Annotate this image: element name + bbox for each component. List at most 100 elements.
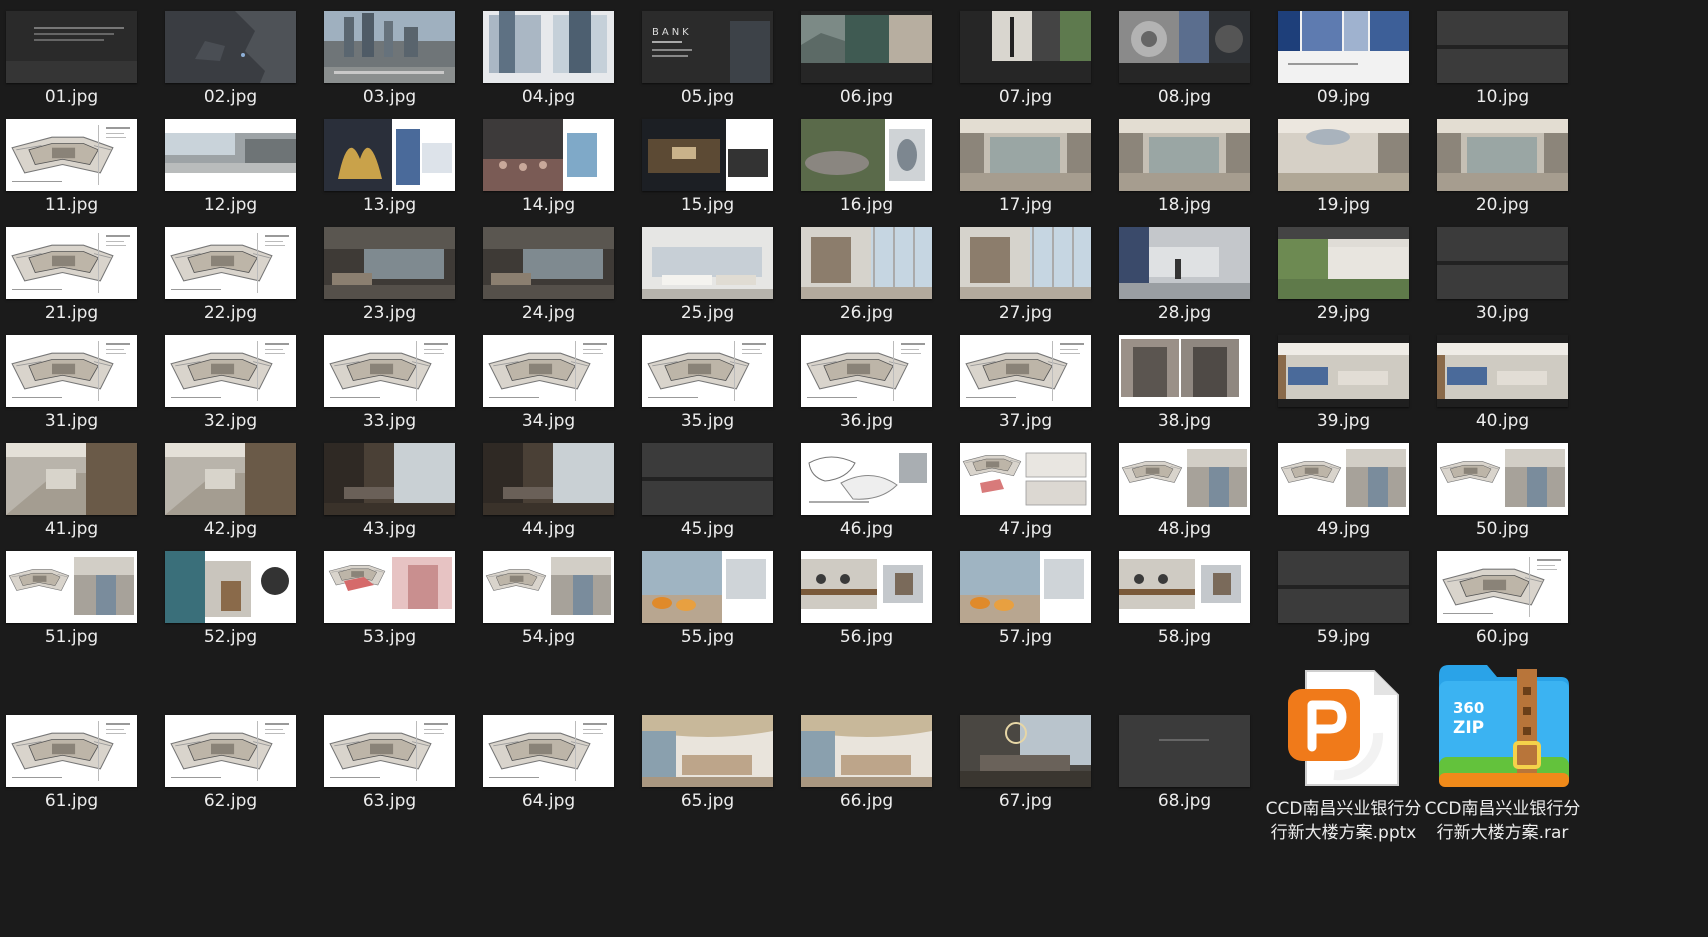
image-thumbnail <box>483 443 614 515</box>
file-name-label: 64.jpg <box>521 791 576 811</box>
file-name-label: 31.jpg <box>44 411 99 431</box>
image-thumbnail <box>960 443 1091 515</box>
file-name-label: 30.jpg <box>1475 303 1530 323</box>
file-name-label: 08.jpg <box>1157 87 1212 107</box>
pptx-file-icon <box>1274 657 1414 797</box>
image-thumbnail <box>6 11 137 83</box>
image-thumbnail <box>642 119 773 191</box>
file-name-label: 46.jpg <box>839 519 894 539</box>
file-name-label: 27.jpg <box>998 303 1053 323</box>
file-name-label: 17.jpg <box>998 195 1053 215</box>
file-name-label: 29.jpg <box>1316 303 1371 323</box>
file-name-label: 56.jpg <box>839 627 894 647</box>
file-name-label: 12.jpg <box>203 195 258 215</box>
file-name-label: 15.jpg <box>680 195 735 215</box>
image-thumbnail <box>324 551 455 623</box>
file-name-label: 13.jpg <box>362 195 417 215</box>
file-name-label: 16.jpg <box>839 195 894 215</box>
image-thumbnail <box>1278 119 1409 191</box>
image-thumbnail <box>642 715 773 787</box>
image-thumbnail <box>642 551 773 623</box>
image-thumbnail <box>1278 11 1409 83</box>
file-name-label: 01.jpg <box>44 87 99 107</box>
image-thumbnail <box>6 119 137 191</box>
file-name-label: CCD南昌兴业银行分行新大楼方案.rar <box>1424 799 1581 843</box>
image-thumbnail <box>1119 119 1250 191</box>
image-thumbnail <box>6 443 137 515</box>
image-thumbnail <box>801 119 932 191</box>
image-thumbnail <box>6 551 137 623</box>
file-name-label: 22.jpg <box>203 303 258 323</box>
image-thumbnail <box>324 335 455 407</box>
file-name-label: 48.jpg <box>1157 519 1212 539</box>
image-thumbnail <box>6 715 137 787</box>
image-thumbnail <box>483 335 614 407</box>
file-name-label: 04.jpg <box>521 87 576 107</box>
image-thumbnail <box>165 551 296 623</box>
image-thumbnail <box>1437 227 1568 299</box>
image-thumbnail <box>801 551 932 623</box>
image-thumbnail <box>801 11 932 83</box>
image-thumbnail <box>165 11 296 83</box>
image-thumbnail <box>960 11 1091 83</box>
image-thumbnail <box>1119 443 1250 515</box>
image-thumbnail <box>483 551 614 623</box>
zip-archive-icon: 360 ZIP <box>1433 657 1573 797</box>
file-name-label: 62.jpg <box>203 791 258 811</box>
file-name-label: 02.jpg <box>203 87 258 107</box>
image-thumbnail <box>1278 227 1409 299</box>
image-thumbnail <box>324 119 455 191</box>
file-name-label: 52.jpg <box>203 627 258 647</box>
svg-text:ZIP: ZIP <box>1453 718 1484 738</box>
svg-text:BANK: BANK <box>652 27 692 38</box>
image-thumbnail <box>165 715 296 787</box>
file-name-label: 55.jpg <box>680 627 735 647</box>
file-name-label: 42.jpg <box>203 519 258 539</box>
file-name-label: 53.jpg <box>362 627 417 647</box>
image-thumbnail <box>1437 335 1568 407</box>
file-name-label: 50.jpg <box>1475 519 1530 539</box>
svg-text:360: 360 <box>1453 699 1484 717</box>
image-thumbnail <box>165 335 296 407</box>
file-name-label: 18.jpg <box>1157 195 1212 215</box>
file-name-label: 20.jpg <box>1475 195 1530 215</box>
file-name-label: 60.jpg <box>1475 627 1530 647</box>
file-name-label: 47.jpg <box>998 519 1053 539</box>
file-name-label: 11.jpg <box>44 195 99 215</box>
image-thumbnail <box>1437 551 1568 623</box>
image-thumbnail <box>324 715 455 787</box>
file-name-label: 49.jpg <box>1316 519 1371 539</box>
file-name-label: 26.jpg <box>839 303 894 323</box>
image-thumbnail <box>1437 11 1568 83</box>
image-thumbnail <box>801 443 932 515</box>
file-name-label: 58.jpg <box>1157 627 1212 647</box>
image-thumbnail <box>1119 11 1250 83</box>
file-name-label: 09.jpg <box>1316 87 1371 107</box>
image-thumbnail <box>165 443 296 515</box>
image-thumbnail <box>324 11 455 83</box>
file-name-label: 03.jpg <box>362 87 417 107</box>
image-thumbnail <box>1278 335 1409 407</box>
image-thumbnail <box>165 119 296 191</box>
image-thumbnail <box>801 715 932 787</box>
image-thumbnail <box>483 11 614 83</box>
file-name-label: 43.jpg <box>362 519 417 539</box>
image-thumbnail <box>960 335 1091 407</box>
file-name-label: 33.jpg <box>362 411 417 431</box>
file-name-label: 36.jpg <box>839 411 894 431</box>
image-thumbnail <box>6 335 137 407</box>
image-thumbnail <box>1278 443 1409 515</box>
file-name-label: 57.jpg <box>998 627 1053 647</box>
file-name-label: 59.jpg <box>1316 627 1371 647</box>
file-name-label: 41.jpg <box>44 519 99 539</box>
file-name-label: 24.jpg <box>521 303 576 323</box>
file-name-label: 19.jpg <box>1316 195 1371 215</box>
file-grid: 01.jpg 02.jpg 03.jpg 04.jpg BANK 05.jpg 06.jpg… <box>0 0 1708 937</box>
file-name-label: 14.jpg <box>521 195 576 215</box>
image-thumbnail <box>1437 443 1568 515</box>
image-thumbnail <box>642 335 773 407</box>
image-thumbnail <box>960 119 1091 191</box>
image-thumbnail <box>960 715 1091 787</box>
file-name-label: 61.jpg <box>44 791 99 811</box>
image-thumbnail <box>165 227 296 299</box>
